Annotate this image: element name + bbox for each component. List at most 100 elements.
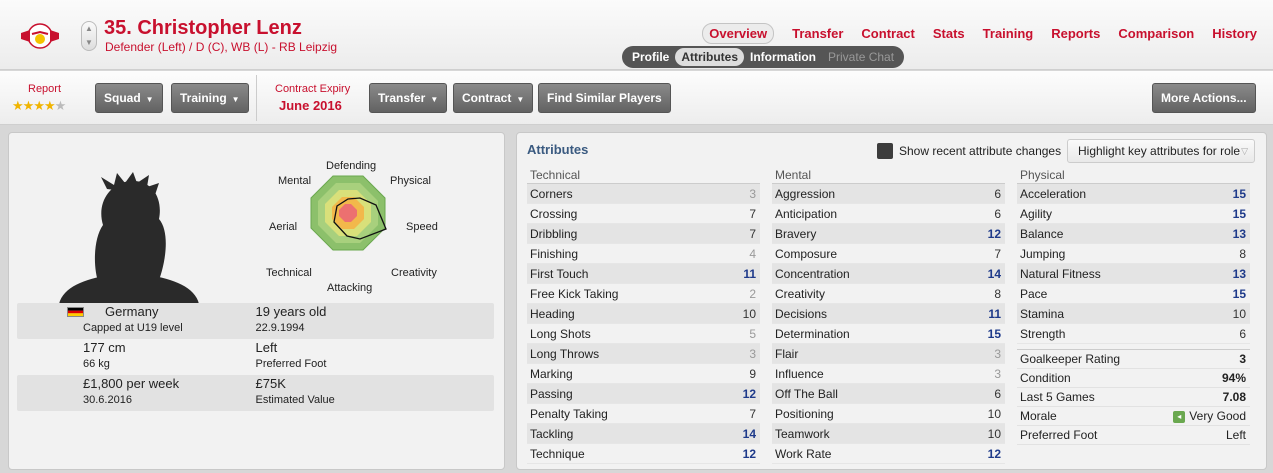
attribute-row[interactable]: Natural Fitness 13 [1017,264,1250,284]
tab-profile[interactable]: Profile [626,48,675,66]
attribute-row[interactable]: Penalty Taking 7 [527,404,760,424]
attribute-row[interactable]: Corners 3 [527,184,760,204]
highlight-role-dropdown[interactable]: Highlight key attributes for role ▽ [1067,139,1255,163]
transfer-button-label: Transfer [378,91,426,105]
attribute-row[interactable]: Stamina 10 [1017,304,1250,324]
attribute-row[interactable]: Pace 15 [1017,284,1250,304]
attribute-row[interactable]: Long Shots 5 [527,324,760,344]
attribute-row[interactable]: Flair 3 [772,344,1005,364]
attribute-name: Determination [775,326,850,341]
toolbar-divider [256,75,257,121]
tab-information[interactable]: Information [744,48,822,66]
age-cell: 19 years old 22.9.1994 [256,303,495,339]
summary-name: Condition [1020,371,1071,385]
attribute-name: Pace [1020,286,1048,301]
attribute-name: Aggression [775,186,836,201]
germany-flag-icon [67,307,84,317]
attribute-row[interactable]: Balance 13 [1017,224,1250,244]
attribute-name: Balance [1020,226,1064,241]
star-empty-icon: ★ [54,98,67,113]
nav-overview[interactable]: Overview [702,23,775,44]
contract-button-label: Contract [462,91,512,105]
attribute-row[interactable]: Decisions 11 [772,304,1005,324]
mental-column: Mental Aggression 6 Anticipation 6 Bravery 12… [772,168,1005,464]
attribute-row[interactable]: Composure 7 [772,244,1005,264]
attribute-value: 7 [749,406,756,421]
transfer-button[interactable]: Transfer ▼ [369,83,448,113]
attribute-name: Finishing [530,246,579,261]
attribute-row[interactable]: Anticipation 6 [772,204,1005,224]
attribute-row[interactable]: Technique 12 [527,444,760,464]
attribute-value: 15 [1232,286,1246,301]
attribute-value: 14 [742,426,756,441]
morale-icon: ◂ [1173,410,1186,423]
attribute-row[interactable]: Long Throws 3 [527,344,760,364]
attribute-value: 8 [1239,246,1246,261]
star-icon: ★ [12,98,24,113]
attribute-row[interactable]: Off The Ball 6 [772,384,1005,404]
attribute-row[interactable]: Positioning 10 [772,404,1005,424]
nav-contract[interactable]: Contract [861,26,914,41]
attribute-row[interactable]: Determination 15 [772,324,1005,344]
squad-button[interactable]: Squad ▼ [95,83,163,113]
highlight-role-label: Highlight key attributes for role [1078,144,1241,158]
attribute-row[interactable]: Teamwork 10 [772,424,1005,444]
attribute-name: Heading [530,306,575,321]
star-icon: ★ [22,98,35,113]
attribute-value: 15 [1232,206,1246,221]
attribute-value: 15 [1232,186,1246,201]
attribute-row[interactable]: Influence 3 [772,364,1005,384]
attribute-name: Crossing [530,206,578,221]
chevron-down-icon: ▼ [145,95,154,104]
attribute-value: 9 [749,366,756,381]
attribute-row[interactable]: First Touch 11 [527,264,760,284]
report-star-rating[interactable]: ★★★★★ [12,98,67,114]
attribute-row[interactable]: Finishing 4 [527,244,760,264]
tab-attributes[interactable]: Attributes [675,48,745,66]
attribute-row[interactable]: Work Rate 12 [772,444,1005,464]
attribute-value: 10 [987,426,1001,441]
nav-stats[interactable]: Stats [933,26,965,41]
attribute-value: 12 [742,446,756,461]
more-actions-button[interactable]: More Actions... [1152,83,1256,113]
attribute-row[interactable]: Jumping 8 [1017,244,1250,264]
attribute-row[interactable]: Concentration 14 [772,264,1005,284]
attribute-row[interactable]: Acceleration 15 [1017,184,1250,204]
find-similar-players-button[interactable]: Find Similar Players [538,83,671,113]
attribute-row[interactable]: Passing 12 [527,384,760,404]
attribute-row[interactable]: Agility 15 [1017,204,1250,224]
nav-training[interactable]: Training [983,26,1034,41]
attribute-row[interactable]: Strength 6 [1017,324,1250,344]
show-changes-label[interactable]: Show recent attribute changes [899,144,1061,158]
nav-comparison[interactable]: Comparison [1118,26,1194,41]
wage-value: £1,800 per week [83,376,180,391]
nav-transfer[interactable]: Transfer [792,26,843,41]
attribute-row[interactable]: Creativity 8 [772,284,1005,304]
attribute-row[interactable]: Free Kick Taking 2 [527,284,760,304]
attribute-value: 6 [994,186,1001,201]
training-button[interactable]: Training ▼ [171,83,249,113]
attribute-row[interactable]: Heading 10 [527,304,760,324]
player-scroll-stepper[interactable]: ▲ ▼ [81,21,97,51]
nationality-value[interactable]: Germany [61,303,256,320]
attribute-row[interactable]: Bravery 12 [772,224,1005,244]
attribute-row[interactable]: Dribbling 7 [527,224,760,244]
info-row: £1,800 per week 30.6.2016 £75K Estimated… [17,375,494,411]
attribute-name: Influence [775,366,824,381]
contract-button[interactable]: Contract ▼ [453,83,534,113]
attribute-value: 5 [749,326,756,341]
attribute-row[interactable]: Tackling 14 [527,424,760,444]
attribute-name: Stamina [1020,306,1065,321]
attribute-row[interactable]: Crossing 7 [527,204,760,224]
summary-row: Condition 94% [1017,369,1250,388]
attribute-value: 3 [994,346,1001,361]
tab-private-chat[interactable]: Private Chat [822,48,900,66]
summary-value-wrap: 3 [1239,352,1246,366]
technical-column: Technical Corners 3 Crossing 7 Dribbling 7 Fin… [527,168,760,464]
attribute-row[interactable]: Marking 9 [527,364,760,384]
nav-reports[interactable]: Reports [1051,26,1100,41]
nav-history[interactable]: History [1212,26,1257,41]
show-changes-checkbox[interactable] [877,143,893,159]
attribute-row[interactable]: Aggression 6 [772,184,1005,204]
attribute-value: 10 [742,306,756,321]
